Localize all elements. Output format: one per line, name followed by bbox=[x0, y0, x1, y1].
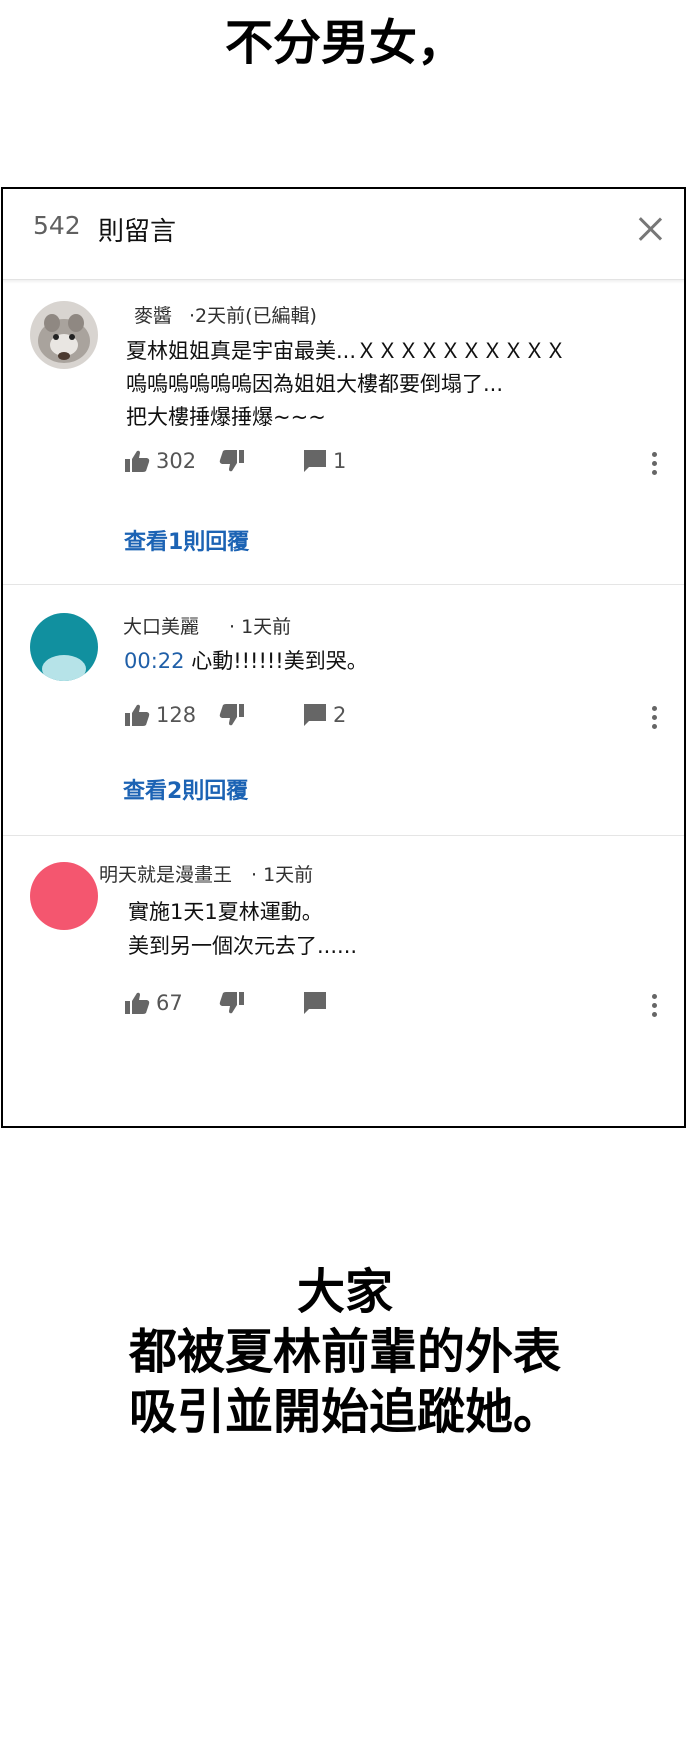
thumbs-down-icon bbox=[219, 449, 245, 473]
comment-meta: · 1天前 bbox=[251, 864, 314, 886]
reply-count: 1 bbox=[333, 449, 347, 473]
comment-author[interactable]: 麥醬 bbox=[134, 301, 172, 328]
like-count: 128 bbox=[156, 703, 197, 727]
view-replies-link[interactable]: 查看2則回覆 bbox=[123, 773, 248, 805]
like-button[interactable]: 67 bbox=[124, 991, 183, 1015]
close-icon[interactable] bbox=[634, 213, 666, 245]
comment-text-line: 夏林姐姐真是宇宙最美...ＸＸＸＸＸＸＸＸＸＸ bbox=[126, 339, 567, 363]
reply-button[interactable] bbox=[303, 991, 327, 1015]
comments-header: 542 則留言 bbox=[3, 189, 684, 280]
thumbs-up-icon bbox=[124, 449, 150, 473]
comments-title: 則留言 bbox=[98, 217, 177, 247]
comment-icon bbox=[303, 703, 327, 727]
view-replies-link[interactable]: 查看1則回覆 bbox=[124, 524, 249, 556]
comment-item: 明天就是漫畫王 · 1天前 實施1天1夏林運動。 美到另一個次元去了......… bbox=[3, 836, 684, 1126]
comment-meta: ·2天前(已編輯) bbox=[189, 305, 317, 327]
comments-panel: 542 則留言 麥醬 ·2天前(已編輯) 夏林姐姐真是宇宙最美...ＸＸＸＸＸＸ… bbox=[1, 187, 686, 1128]
comment-text-line: 嗚嗚嗚嗚嗚嗚因為姐姐大樓都要倒塌了... bbox=[126, 372, 504, 396]
like-button[interactable]: 128 bbox=[124, 703, 196, 727]
reply-count: 2 bbox=[333, 703, 347, 727]
top-caption: 不分男女， bbox=[224, 15, 465, 71]
comment-author[interactable]: 大口美麗 bbox=[123, 612, 199, 639]
more-vert-icon[interactable] bbox=[650, 706, 658, 734]
thumbs-down-icon bbox=[219, 991, 245, 1015]
reply-button[interactable]: 1 bbox=[303, 449, 346, 473]
comment-text: 心動!!!!!!美到哭。 bbox=[191, 649, 368, 673]
more-vert-icon[interactable] bbox=[650, 452, 658, 480]
more-vert-icon[interactable] bbox=[650, 994, 658, 1022]
avatar[interactable] bbox=[30, 301, 98, 369]
hamster-avatar-icon bbox=[30, 301, 98, 369]
comment-text-line: 美到另一個次元去了...... bbox=[128, 934, 358, 958]
bottom-caption-line: 都被夏林前輩的外表 bbox=[128, 1324, 561, 1380]
avatar[interactable] bbox=[30, 862, 98, 930]
comment-item: 大口美麗 · 1天前 00:22 心動!!!!!!美到哭。 128 2 查看2則… bbox=[3, 585, 684, 836]
bottom-caption-line: 吸引並開始追蹤她。 bbox=[128, 1384, 561, 1440]
dislike-button[interactable] bbox=[219, 703, 245, 727]
comment-text-line: 00:22 心動!!!!!!美到哭。 bbox=[124, 645, 368, 675]
comment-icon bbox=[303, 991, 327, 1015]
comment-item: 麥醬 ·2天前(已編輯) 夏林姐姐真是宇宙最美...ＸＸＸＸＸＸＸＸＸＸ 嗚嗚嗚… bbox=[3, 279, 684, 585]
avatar[interactable] bbox=[30, 613, 98, 681]
thumbs-up-icon bbox=[124, 991, 150, 1015]
comment-icon bbox=[303, 449, 327, 473]
comment-author[interactable]: 明天就是漫畫王 bbox=[99, 860, 232, 887]
comment-text-line: 把大樓捶爆捶爆~~~ bbox=[126, 405, 326, 429]
like-button[interactable]: 302 bbox=[124, 449, 196, 473]
comment-count: 542 bbox=[33, 211, 81, 240]
thumbs-up-icon bbox=[124, 703, 150, 727]
like-count: 67 bbox=[156, 991, 183, 1015]
default-avatar-icon bbox=[30, 613, 98, 681]
dislike-button[interactable] bbox=[219, 449, 245, 473]
bottom-caption-line: 大家 bbox=[296, 1264, 393, 1320]
thumbs-down-icon bbox=[219, 703, 245, 727]
bottom-caption: 大家 都被夏林前輩的外表 吸引並開始追蹤她。 bbox=[0, 1262, 690, 1442]
comment-text-line: 實施1天1夏林運動。 bbox=[128, 900, 323, 924]
dislike-button[interactable] bbox=[219, 991, 245, 1015]
timestamp-link[interactable]: 00:22 bbox=[124, 649, 185, 673]
comment-meta: · 1天前 bbox=[229, 616, 292, 638]
default-avatar-icon bbox=[30, 862, 98, 930]
reply-button[interactable]: 2 bbox=[303, 703, 346, 727]
like-count: 302 bbox=[156, 449, 197, 473]
